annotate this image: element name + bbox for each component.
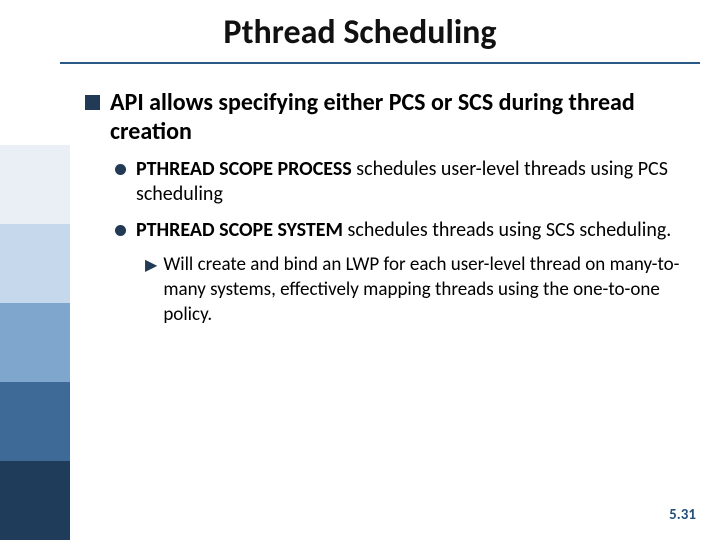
bullet-rest: schedules threads using SCS scheduling. <box>343 218 671 242</box>
bullet-text: API allows specifying either PCS or SCS … <box>110 88 690 147</box>
bullet-text: Will create and bind an LWP for each use… <box>163 253 690 327</box>
slide-title: Pthread Scheduling <box>223 12 496 59</box>
bullet-lvl2: PTHREAD SCOPE PROCESS schedules user-lev… <box>115 157 690 208</box>
bullet-lvl3: ▶ Will create and bind an LWP for each u… <box>145 253 690 327</box>
bullet-text: PTHREAD SCOPE PROCESS schedules user-lev… <box>136 157 690 208</box>
title-rule <box>60 62 700 64</box>
content-area: API allows specifying either PCS or SCS … <box>85 82 690 333</box>
slide: Pthread Scheduling API allows specifying… <box>0 0 720 540</box>
sidebar-seg <box>0 382 70 461</box>
sidebar-decoration <box>0 145 70 540</box>
arrow-bullet-icon: ▶ <box>145 256 157 327</box>
square-bullet-icon <box>85 95 100 110</box>
circle-bullet-icon <box>115 164 126 175</box>
bullet-text: PTHREAD SCOPE SYSTEM schedules threads u… <box>136 218 671 244</box>
bullet-lvl1: API allows specifying either PCS or SCS … <box>85 88 690 147</box>
sidebar-seg <box>0 461 70 540</box>
title-wrap: Pthread Scheduling <box>0 12 720 59</box>
page-number: 5.31 <box>669 506 696 524</box>
sidebar-seg <box>0 224 70 303</box>
bullet-lvl2: PTHREAD SCOPE SYSTEM schedules threads u… <box>115 218 690 244</box>
bullet-bold: PTHREAD SCOPE PROCESS <box>136 157 352 181</box>
circle-bullet-icon <box>115 225 126 236</box>
sidebar-seg <box>0 145 70 224</box>
sidebar-seg <box>0 303 70 382</box>
bullet-bold: PTHREAD SCOPE SYSTEM <box>136 218 343 242</box>
